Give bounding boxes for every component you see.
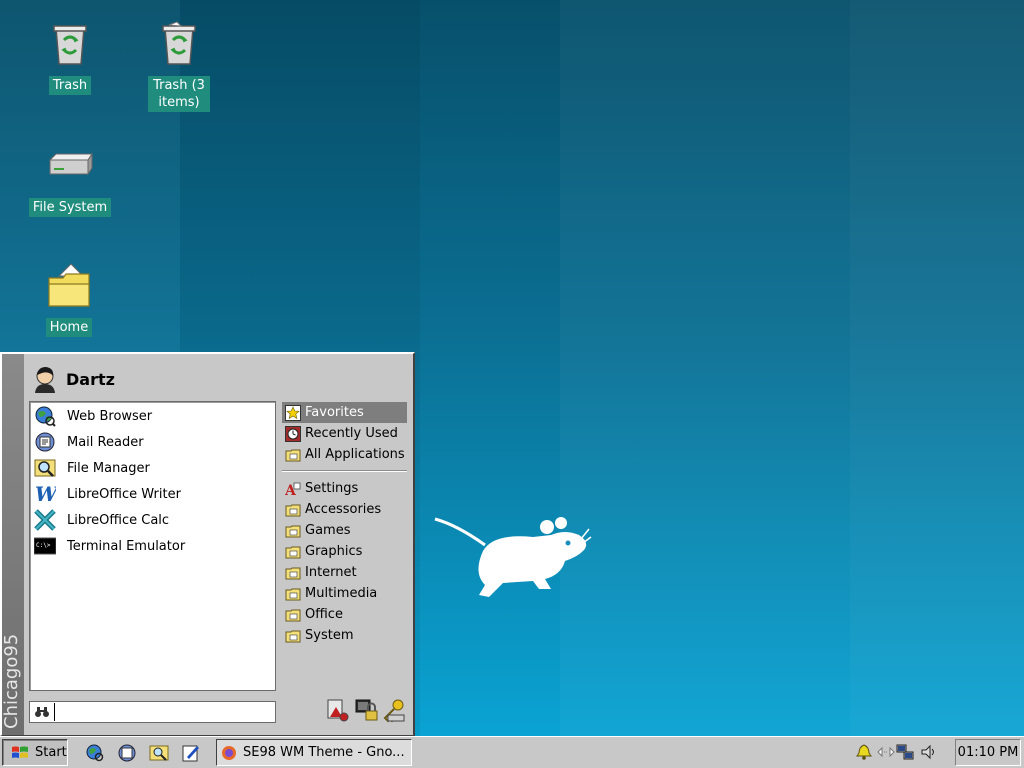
category-multimedia[interactable]: Multimedia: [282, 583, 407, 604]
star-icon: [285, 404, 301, 421]
mail-icon: [35, 432, 55, 452]
category-recently-used[interactable]: Recently Used: [282, 423, 407, 444]
banner-text: Chicago95: [1, 633, 22, 729]
category-accessories[interactable]: Accessories: [282, 499, 407, 520]
start-menu-banner: Chicago95: [1, 354, 24, 735]
search-input[interactable]: [54, 703, 269, 721]
writer-icon: W: [35, 483, 56, 505]
search-box: [29, 701, 276, 723]
favorite-label: Web Browser: [67, 408, 153, 424]
quicklaunch-file-manager-icon[interactable]: [149, 743, 169, 763]
binoculars-icon: [35, 707, 49, 717]
taskbar-window-label: SE98 WM Theme - Gno...: [243, 745, 405, 760]
settings-tools-icon[interactable]: [324, 697, 350, 723]
favorite-label: Mail Reader: [67, 434, 144, 450]
taskbar: Start SE98 WM Theme - Gno... 01:10 PM: [0, 736, 1024, 768]
favorite-libreoffice-writer[interactable]: W LibreOffice Writer: [30, 481, 275, 507]
user-header: Dartz: [32, 364, 115, 394]
folder-icon: [285, 504, 301, 516]
category-separator: [282, 470, 407, 472]
quicklaunch-browser-icon[interactable]: [85, 743, 105, 763]
taskbar-window-button[interactable]: SE98 WM Theme - Gno...: [216, 739, 412, 766]
favorite-libreoffice-calc[interactable]: LibreOffice Calc: [30, 507, 275, 533]
desktop-icon-label: Home: [45, 318, 93, 337]
desktop-icon-file-system[interactable]: File System: [15, 142, 125, 217]
category-label: Office: [305, 607, 343, 622]
category-settings[interactable]: A Settings: [282, 478, 407, 499]
notification-bell-icon[interactable]: [855, 743, 873, 761]
category-label: Internet: [305, 565, 357, 580]
favorite-terminal-emulator[interactable]: C:\> Terminal Emulator: [30, 533, 275, 559]
terminal-icon: C:\>: [34, 537, 56, 555]
category-panel: Favorites Recently Used All Applications…: [282, 402, 407, 646]
folder-icon: [285, 630, 301, 642]
firefox-icon: [222, 745, 236, 760]
drive-icon: [48, 152, 93, 176]
category-office[interactable]: Office: [282, 604, 407, 625]
category-label: Favorites: [305, 405, 364, 420]
svg-text:W: W: [35, 483, 56, 505]
user-avatar-icon: [35, 367, 55, 393]
favorite-label: Terminal Emulator: [67, 538, 186, 554]
category-system[interactable]: System: [282, 625, 407, 646]
favorite-web-browser[interactable]: Web Browser: [30, 403, 275, 429]
svg-text:C:\>: C:\>: [36, 542, 51, 549]
quicklaunch-mail-icon[interactable]: [117, 743, 137, 763]
category-favorites[interactable]: Favorites: [282, 402, 407, 423]
magnifier-icon: [34, 459, 56, 477]
desktop-icon-label: Trash: [48, 76, 92, 95]
clock[interactable]: 01:10 PM: [955, 739, 1021, 766]
favorite-mail-reader[interactable]: Mail Reader: [30, 429, 275, 455]
lock-screen-icon[interactable]: [354, 697, 380, 723]
favorite-label: LibreOffice Writer: [67, 486, 181, 502]
desktop-icon-trash-full[interactable]: Trash (3 items): [124, 20, 234, 112]
quicklaunch-text-editor-icon[interactable]: [181, 743, 201, 763]
desktop-icon-trash[interactable]: Trash: [15, 20, 125, 95]
calc-icon: [34, 509, 56, 531]
favorites-list: Web Browser Mail Reader File Manager W L…: [29, 401, 276, 691]
favorite-label: LibreOffice Calc: [67, 512, 170, 528]
category-label: Settings: [305, 481, 359, 496]
desktop-icon-label: Trash (3 items): [148, 76, 210, 112]
folder-icon: [285, 588, 301, 600]
folder-icon: [285, 449, 301, 461]
start-menu: Chicago95 Dartz Web Browser Mail Reader …: [0, 352, 415, 736]
category-label: All Applications: [305, 447, 405, 462]
clock-text: 01:10 PM: [957, 745, 1019, 760]
category-label: Multimedia: [305, 586, 378, 601]
category-label: Recently Used: [305, 426, 398, 441]
favorite-file-manager[interactable]: File Manager: [30, 455, 275, 481]
category-all-applications[interactable]: All Applications: [282, 444, 407, 465]
favorite-label: File Manager: [67, 460, 150, 476]
xfce-mouse-logo: [434, 517, 592, 597]
folder-icon: [285, 546, 301, 558]
clock-icon: [285, 425, 301, 442]
network-arrows-icon[interactable]: [877, 743, 895, 761]
folder-icon: [285, 567, 301, 579]
trash-icon: [53, 25, 87, 65]
start-logo-icon: [12, 746, 28, 758]
start-button[interactable]: Start: [2, 739, 68, 766]
volume-icon[interactable]: [920, 743, 938, 761]
category-label: System: [305, 628, 354, 643]
category-internet[interactable]: Internet: [282, 562, 407, 583]
folder-icon: [285, 609, 301, 621]
trash-full-icon: [162, 21, 196, 65]
folder-icon: [285, 525, 301, 537]
category-label: Accessories: [305, 502, 382, 517]
network-computers-icon[interactable]: [896, 743, 914, 761]
log-out-icon[interactable]: [382, 697, 408, 723]
category-label: Graphics: [305, 544, 363, 559]
start-label: Start: [35, 745, 67, 760]
settings-icon: A: [285, 482, 301, 497]
desktop-icon-home[interactable]: Home: [14, 262, 124, 337]
user-name: Dartz: [66, 369, 115, 389]
category-graphics[interactable]: Graphics: [282, 541, 407, 562]
desktop-icon-label: File System: [28, 198, 112, 217]
home-folder-icon: [48, 263, 90, 307]
globe-icon: [35, 406, 56, 427]
category-label: Games: [305, 523, 351, 538]
category-games[interactable]: Games: [282, 520, 407, 541]
